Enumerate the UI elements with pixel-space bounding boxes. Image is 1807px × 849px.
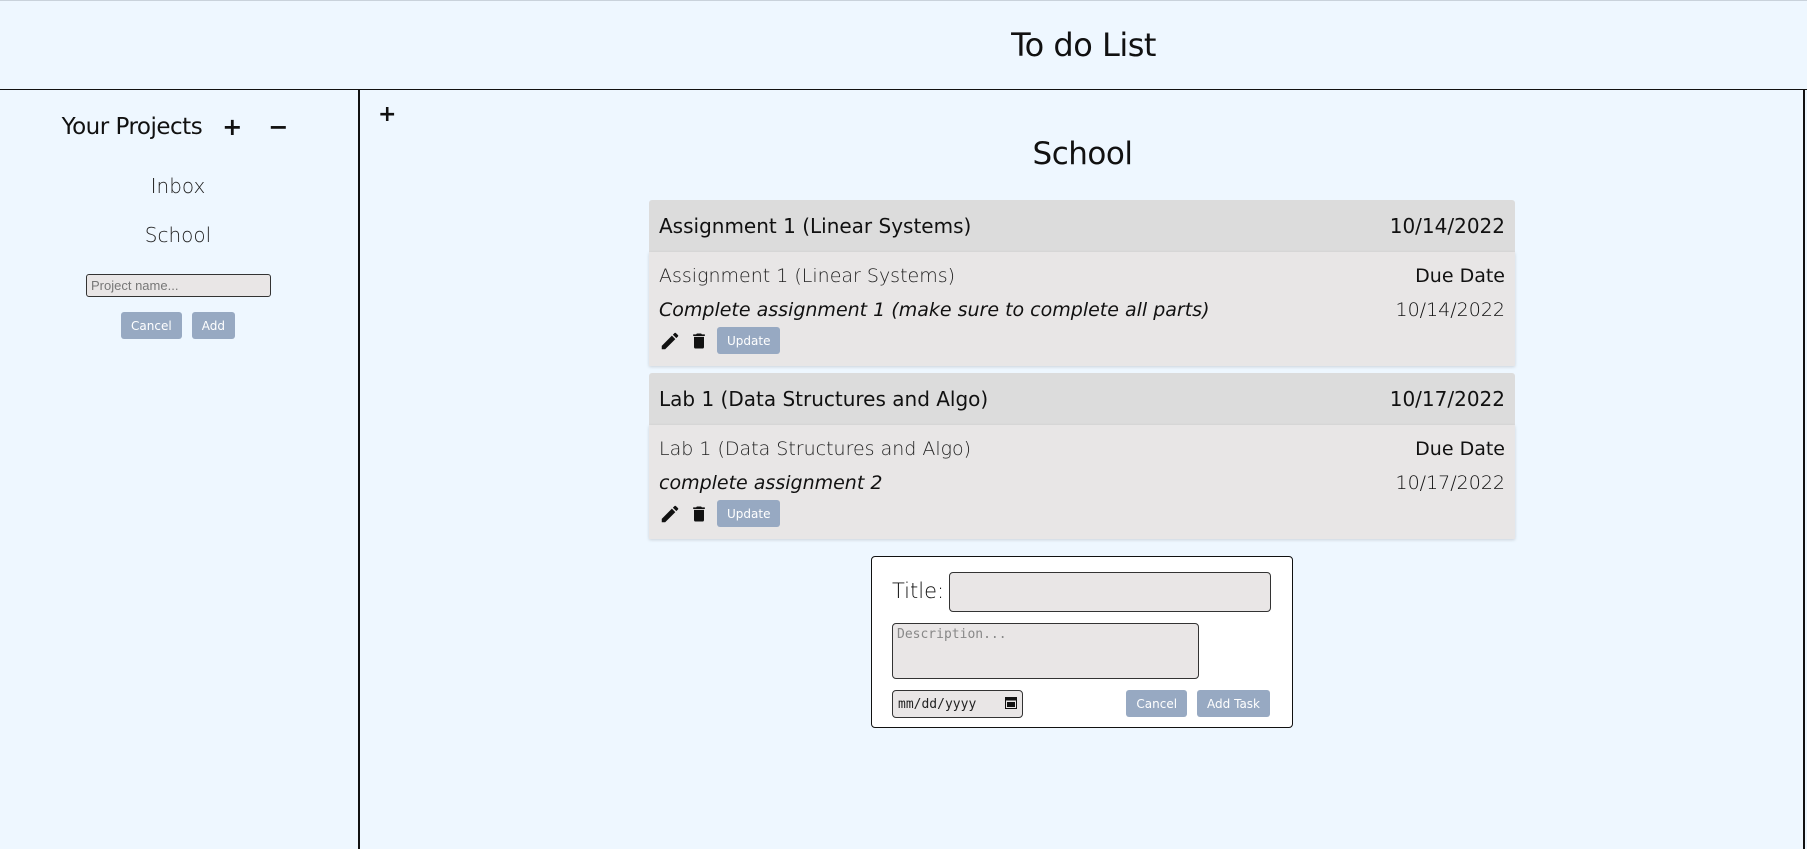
task-details: Lab 1 (Data Structures and Algo) Due Dat… — [649, 425, 1515, 539]
task-description-input[interactable] — [892, 623, 1199, 679]
task-description: complete assignment 2 — [659, 472, 883, 494]
sidebar-header: Your Projects + − — [0, 114, 356, 140]
task-title: Assignment 1 (Linear Systems) — [659, 265, 956, 287]
new-task-form: Title: mm/dd/yyyy Cancel Add Task — [871, 556, 1293, 728]
pencil-icon[interactable] — [659, 503, 681, 525]
app-title: To do List — [1011, 26, 1156, 64]
task-form-buttons: Cancel Add Task — [1126, 690, 1270, 717]
task-card: Assignment 1 (Linear Systems) 10/14/2022… — [649, 200, 1515, 366]
project-name-input[interactable] — [86, 274, 271, 297]
remove-project-icon[interactable]: − — [262, 115, 294, 139]
project-title: School — [1032, 136, 1133, 172]
trash-icon[interactable] — [689, 330, 709, 352]
update-task-button[interactable]: Update — [717, 500, 781, 527]
task-header-date: 10/17/2022 — [1389, 387, 1505, 411]
add-task-button[interactable]: Add Task — [1197, 690, 1270, 717]
trash-icon[interactable] — [689, 503, 709, 525]
task-title: Lab 1 (Data Structures and Algo) — [659, 438, 972, 460]
task-details: Assignment 1 (Linear Systems) Due Date C… — [649, 252, 1515, 366]
app-header: To do List — [0, 0, 1807, 90]
project-item-school[interactable]: School — [0, 224, 356, 273]
main-panel: + School Assignment 1 (Linear Systems) 1… — [360, 90, 1805, 849]
projects-heading: Your Projects — [61, 114, 203, 140]
task-due-date: 10/17/2022 — [1395, 472, 1505, 494]
due-date-label: Due Date — [1415, 438, 1505, 460]
due-date-label: Due Date — [1415, 265, 1505, 287]
project-list: Inbox School — [0, 175, 356, 273]
calendar-icon[interactable] — [1005, 696, 1017, 713]
task-date-input[interactable]: mm/dd/yyyy — [892, 690, 1023, 718]
task-title-input[interactable] — [949, 572, 1271, 612]
cancel-project-button[interactable]: Cancel — [121, 312, 182, 339]
pencil-icon[interactable] — [659, 330, 681, 352]
add-task-icon[interactable]: + — [378, 102, 396, 127]
date-placeholder: mm/dd/yyyy — [898, 696, 977, 712]
project-item-inbox[interactable]: Inbox — [0, 175, 356, 224]
task-header-title: Assignment 1 (Linear Systems) — [659, 214, 972, 238]
task-header[interactable]: Lab 1 (Data Structures and Algo) 10/17/2… — [649, 373, 1515, 425]
cancel-task-button[interactable]: Cancel — [1126, 690, 1188, 717]
task-header-date: 10/14/2022 — [1389, 214, 1505, 238]
update-task-button[interactable]: Update — [717, 327, 781, 354]
task-card: Lab 1 (Data Structures and Algo) 10/17/2… — [649, 373, 1515, 539]
project-form-buttons: Cancel Add — [0, 312, 356, 339]
sidebar: Your Projects + − Inbox School Cancel Ad… — [0, 90, 360, 849]
task-header-title: Lab 1 (Data Structures and Algo) — [659, 387, 989, 411]
add-project-icon[interactable]: + — [216, 115, 248, 139]
task-due-date: 10/14/2022 — [1395, 299, 1505, 321]
task-header[interactable]: Assignment 1 (Linear Systems) 10/14/2022 — [649, 200, 1515, 252]
task-description: Complete assignment 1 (make sure to comp… — [659, 299, 1210, 321]
add-project-button[interactable]: Add — [191, 312, 235, 339]
title-label: Title: — [892, 579, 945, 603]
